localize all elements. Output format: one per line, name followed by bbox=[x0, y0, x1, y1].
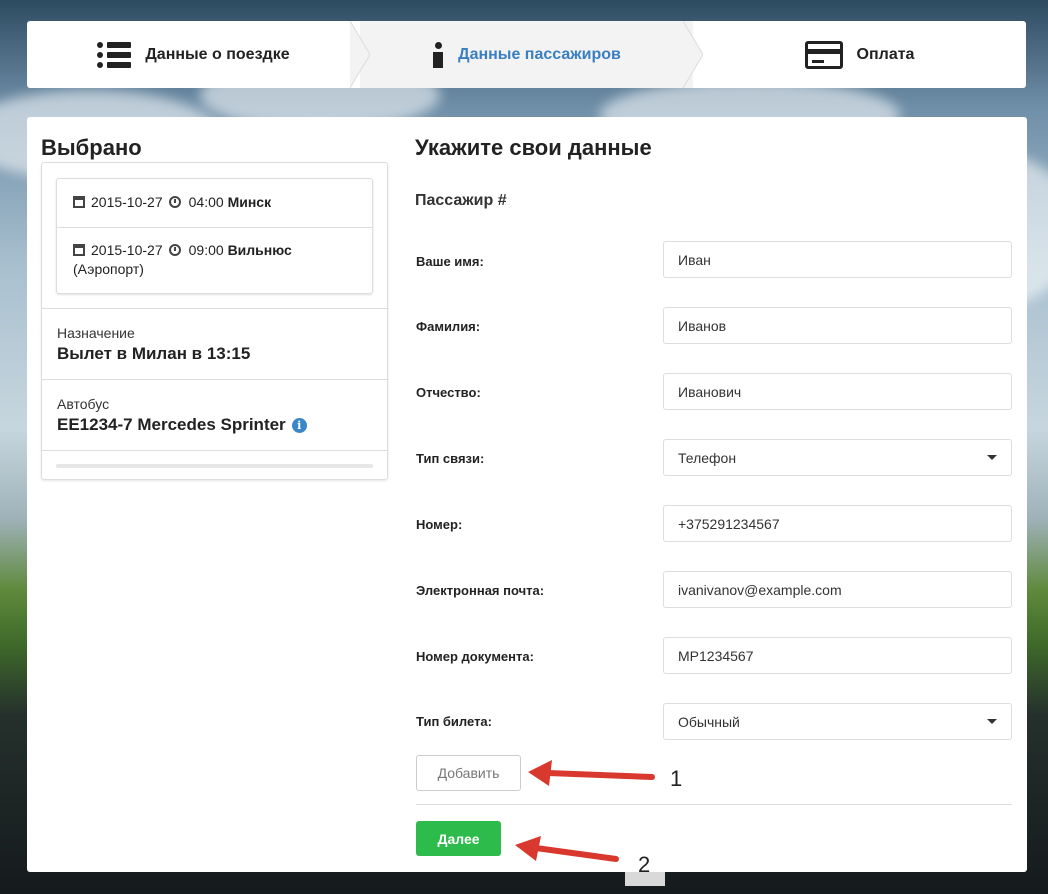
bus-label: Автобус bbox=[57, 396, 110, 412]
departure-city: Минск bbox=[227, 194, 272, 210]
step-label: Данные пассажиров bbox=[458, 45, 621, 63]
step-payment[interactable]: Оплата bbox=[693, 21, 1026, 88]
email-value: ivanivanov@example.com bbox=[678, 581, 842, 598]
info-icon bbox=[432, 41, 444, 68]
credit-card-icon bbox=[804, 40, 843, 69]
document-number-value: MP1234567 bbox=[678, 647, 754, 664]
arrival-line: 2015-10-27 09:00 Вильнюс (Аэропорт) bbox=[73, 241, 363, 279]
trip-summary: 2015-10-27 04:00 Минск 2015-10-27 09:00 Ви… bbox=[41, 162, 388, 480]
last-name-input[interactable]: Иванов bbox=[663, 307, 1012, 344]
step-label: Данные о поездке bbox=[145, 45, 290, 63]
checkout-steps: Данные о поездке Данные пассажиров Оплат… bbox=[27, 21, 1026, 88]
step-divider bbox=[350, 21, 370, 88]
first-name-input[interactable]: Иван bbox=[663, 241, 1012, 278]
main-panel: Выбрано 2015-10-27 04:00 Минск 2015-10-27… bbox=[27, 117, 1027, 872]
departure-time: 04:00 bbox=[188, 194, 224, 210]
step-divider bbox=[683, 21, 703, 88]
list-icon bbox=[97, 41, 132, 68]
bus-model: EE1234-7 Mercedes Sprinter bbox=[57, 415, 286, 434]
chevron-down-icon bbox=[987, 719, 997, 724]
destination-label: Назначение bbox=[57, 325, 135, 341]
patronymic-value: Иванович bbox=[678, 383, 742, 400]
add-passenger-button[interactable]: Добавить bbox=[416, 755, 521, 791]
next-button[interactable]: Далее bbox=[416, 821, 501, 856]
arrival-time: 09:00 bbox=[188, 242, 224, 258]
email-label: Электронная почта: bbox=[416, 583, 545, 598]
step-passenger-details[interactable]: Данные пассажиров bbox=[360, 21, 703, 88]
summary-title: Выбрано bbox=[41, 135, 142, 160]
document-number-input[interactable]: MP1234567 bbox=[663, 637, 1012, 674]
annotation-label: 1 bbox=[670, 766, 683, 791]
ticket-type-label: Тип билета: bbox=[416, 714, 492, 729]
document-number-label: Номер документа: bbox=[416, 649, 534, 664]
arrival-place: (Аэропорт) bbox=[73, 261, 144, 277]
departure-line: 2015-10-27 04:00 Минск bbox=[73, 193, 363, 212]
step-trip-details[interactable]: Данные о поездке bbox=[27, 21, 370, 88]
phone-input[interactable]: +375291234567 bbox=[663, 505, 1012, 542]
ticket-type-value: Обычный bbox=[678, 713, 740, 730]
calendar-icon bbox=[73, 196, 85, 208]
divider bbox=[42, 308, 387, 309]
summary-bar bbox=[56, 464, 373, 468]
bus-value: EE1234-7 Mercedes Sprinter i bbox=[57, 415, 307, 435]
divider bbox=[57, 227, 372, 228]
chevron-down-icon bbox=[987, 455, 997, 460]
ticket-type-select[interactable]: Обычный bbox=[663, 703, 1012, 740]
contact-type-value: Телефон bbox=[678, 449, 737, 466]
clock-icon bbox=[168, 196, 181, 208]
first-name-label: Ваше имя: bbox=[416, 254, 484, 269]
departure-date: 2015-10-27 bbox=[91, 194, 163, 210]
clock-icon bbox=[168, 244, 181, 256]
first-name-value: Иван bbox=[678, 251, 711, 268]
route-box: 2015-10-27 04:00 Минск 2015-10-27 09:00 Ви… bbox=[56, 178, 373, 294]
divider bbox=[42, 379, 387, 380]
last-name-label: Фамилия: bbox=[416, 319, 481, 334]
divider bbox=[42, 450, 387, 451]
destination-value: Вылет в Милан в 13:15 bbox=[57, 344, 251, 363]
calendar-icon bbox=[73, 244, 85, 256]
arrival-city: Вильнюс bbox=[227, 242, 292, 258]
arrival-date: 2015-10-27 bbox=[91, 242, 163, 258]
divider bbox=[416, 804, 1012, 805]
contact-type-label: Тип связи: bbox=[416, 451, 485, 466]
info-icon[interactable]: i bbox=[291, 418, 307, 433]
bottom-tab bbox=[625, 872, 665, 886]
last-name-value: Иванов bbox=[678, 317, 727, 334]
contact-type-select[interactable]: Телефон bbox=[663, 439, 1012, 476]
patronymic-label: Отчество: bbox=[416, 385, 481, 400]
phone-value: +375291234567 bbox=[678, 515, 780, 532]
passenger-title: Пассажир # bbox=[415, 192, 507, 209]
form-title: Укажите свои данные bbox=[415, 135, 652, 160]
step-label: Оплата bbox=[856, 45, 915, 63]
patronymic-input[interactable]: Иванович bbox=[663, 373, 1012, 410]
email-input[interactable]: ivanivanov@example.com bbox=[663, 571, 1012, 608]
phone-label: Номер: bbox=[416, 517, 463, 532]
